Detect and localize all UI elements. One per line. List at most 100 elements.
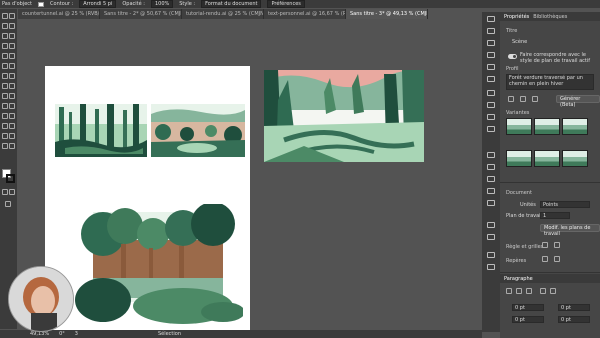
ruler-icon[interactable] — [542, 242, 548, 248]
variation-thumb-1[interactable] — [506, 118, 532, 135]
pathfinder-icon[interactable] — [487, 188, 495, 194]
guides-icon[interactable] — [542, 256, 548, 262]
stroke-color-icon[interactable] — [6, 174, 15, 183]
color-icon[interactable] — [487, 90, 495, 96]
artboards-icon[interactable] — [487, 264, 495, 270]
rotate-icon[interactable] — [2, 73, 8, 79]
indent-left-field[interactable]: 0 pt — [512, 304, 544, 311]
libraries-icon[interactable] — [487, 40, 495, 46]
free-transform-icon[interactable] — [9, 83, 15, 89]
page-readout[interactable]: 3 — [75, 331, 78, 337]
character-icon[interactable] — [487, 222, 495, 228]
slice-icon[interactable] — [9, 133, 15, 139]
appearance-icon[interactable] — [487, 152, 495, 158]
direct-select-icon[interactable] — [9, 13, 15, 19]
opacity-field[interactable]: 100% — [150, 0, 174, 8]
rectangle-icon[interactable] — [2, 53, 8, 59]
brush-field[interactable]: Arrondi 5 pi — [79, 0, 117, 8]
blend-icon[interactable] — [9, 113, 15, 119]
artboard-select[interactable]: 1 — [540, 212, 570, 219]
gear-icon[interactable] — [508, 96, 514, 102]
properties-icon[interactable] — [487, 16, 495, 22]
curvature-icon[interactable] — [9, 33, 15, 39]
units-select[interactable]: Points — [540, 201, 590, 208]
justify-icon[interactable] — [540, 288, 546, 294]
graphic-styles-icon[interactable] — [487, 164, 495, 170]
variation-thumb-6[interactable] — [562, 150, 588, 167]
grid-icon[interactable] — [554, 242, 560, 248]
scale-icon[interactable] — [9, 73, 15, 79]
tab-libraries[interactable]: Bibliothèques — [533, 14, 567, 20]
generate-button[interactable]: Générer (Beta) — [556, 95, 600, 108]
perspective-icon[interactable] — [9, 93, 15, 99]
paragraph-icon[interactable] — [487, 234, 495, 240]
prompt-field[interactable]: Forêt verdure traversé par un chemin en … — [506, 74, 594, 90]
gradient-panel-icon[interactable] — [487, 114, 495, 120]
fill-swatch[interactable] — [38, 1, 45, 7]
links-icon[interactable] — [487, 252, 495, 258]
space-before-field[interactable]: 0 pt — [512, 316, 544, 323]
smart-guides-icon[interactable] — [554, 256, 560, 262]
type-icon[interactable] — [2, 43, 8, 49]
graph-icon[interactable] — [9, 123, 15, 129]
tab-sans-titre-2[interactable]: Sans titre - 2* @ 50,67 % (CMJN/A...) — [100, 9, 182, 19]
lasso-icon[interactable] — [9, 23, 15, 29]
magic-wand-icon[interactable] — [2, 23, 8, 29]
selection-icon[interactable] — [2, 13, 8, 19]
paragraph-title[interactable]: Paragraphe — [504, 276, 533, 282]
artboard-1[interactable] — [45, 66, 250, 332]
space-after-field[interactable]: 0 pt — [558, 316, 590, 323]
forest-scene-large[interactable] — [73, 204, 243, 326]
match-style-toggle[interactable] — [508, 54, 517, 59]
zoom-icon[interactable] — [9, 143, 15, 149]
more-tools-icon[interactable] — [5, 201, 11, 207]
guides-label: Repères — [506, 258, 527, 264]
screen-mode-icon[interactable] — [9, 189, 15, 195]
pond-illustration-small[interactable] — [151, 104, 245, 157]
align-left-icon[interactable] — [506, 288, 512, 294]
tab-sans-titre-3[interactable]: Sans titre - 3* @ 49,13 % (CMJN/Aperçu) — [346, 9, 428, 19]
gradient-icon[interactable] — [9, 103, 15, 109]
pencil-icon[interactable] — [2, 63, 8, 69]
align-center-icon[interactable] — [516, 288, 522, 294]
layers-icon[interactable] — [487, 28, 495, 34]
edit-artboards-button[interactable]: Modif. les plans de travail — [540, 224, 600, 237]
eyedropper-icon[interactable] — [2, 113, 8, 119]
symbols-icon[interactable] — [487, 76, 495, 82]
angle-readout[interactable]: 0° — [59, 331, 65, 337]
symbol-sprayer-icon[interactable] — [2, 123, 8, 129]
mesh-icon[interactable] — [2, 103, 8, 109]
variation-thumb-2[interactable] — [534, 118, 560, 135]
preferences-button[interactable]: Préférences — [267, 0, 305, 8]
stroke-icon[interactable] — [487, 102, 495, 108]
generated-landscape-artboard[interactable] — [264, 70, 424, 162]
tab-properties[interactable]: Propriétés — [504, 14, 529, 20]
tab-countertunnel[interactable]: countertunnel.ai @ 25 % (RVB/Aperçu) — [18, 9, 100, 19]
align-icon[interactable] — [487, 176, 495, 182]
pen-icon[interactable] — [2, 33, 8, 39]
transform-icon[interactable] — [487, 200, 495, 206]
width-icon[interactable] — [2, 83, 8, 89]
eraser-icon[interactable] — [9, 63, 15, 69]
doc-format-button[interactable]: Format du document — [201, 0, 262, 8]
brushes-icon[interactable] — [487, 64, 495, 70]
line-icon[interactable] — [9, 43, 15, 49]
artboard-icon[interactable] — [2, 133, 8, 139]
variation-thumb-5[interactable] — [534, 150, 560, 167]
settings-icon[interactable] — [532, 96, 538, 102]
draw-mode-icon[interactable] — [2, 189, 8, 195]
hand-icon[interactable] — [2, 143, 8, 149]
indent-right-field[interactable]: 0 pt — [558, 304, 590, 311]
variation-thumb-4[interactable] — [506, 150, 532, 167]
align-right-icon[interactable] — [526, 288, 532, 294]
forest-illustration-small[interactable] — [55, 104, 147, 157]
brush-icon[interactable] — [9, 53, 15, 59]
variation-thumb-3[interactable] — [562, 118, 588, 135]
tab-tutorial-rendu[interactable]: tutorial-rendu.ai @ 25 % (CMJN/Ap...) — [182, 9, 264, 19]
justify-all-icon[interactable] — [550, 288, 556, 294]
swatches-icon[interactable] — [487, 52, 495, 58]
refresh-icon[interactable] — [520, 96, 526, 102]
shape-builder-icon[interactable] — [2, 93, 8, 99]
transparency-icon[interactable] — [487, 126, 495, 132]
tab-text-personnel[interactable]: text-personnel.ai @ 16,67 % (RVB/...) — [264, 9, 346, 19]
